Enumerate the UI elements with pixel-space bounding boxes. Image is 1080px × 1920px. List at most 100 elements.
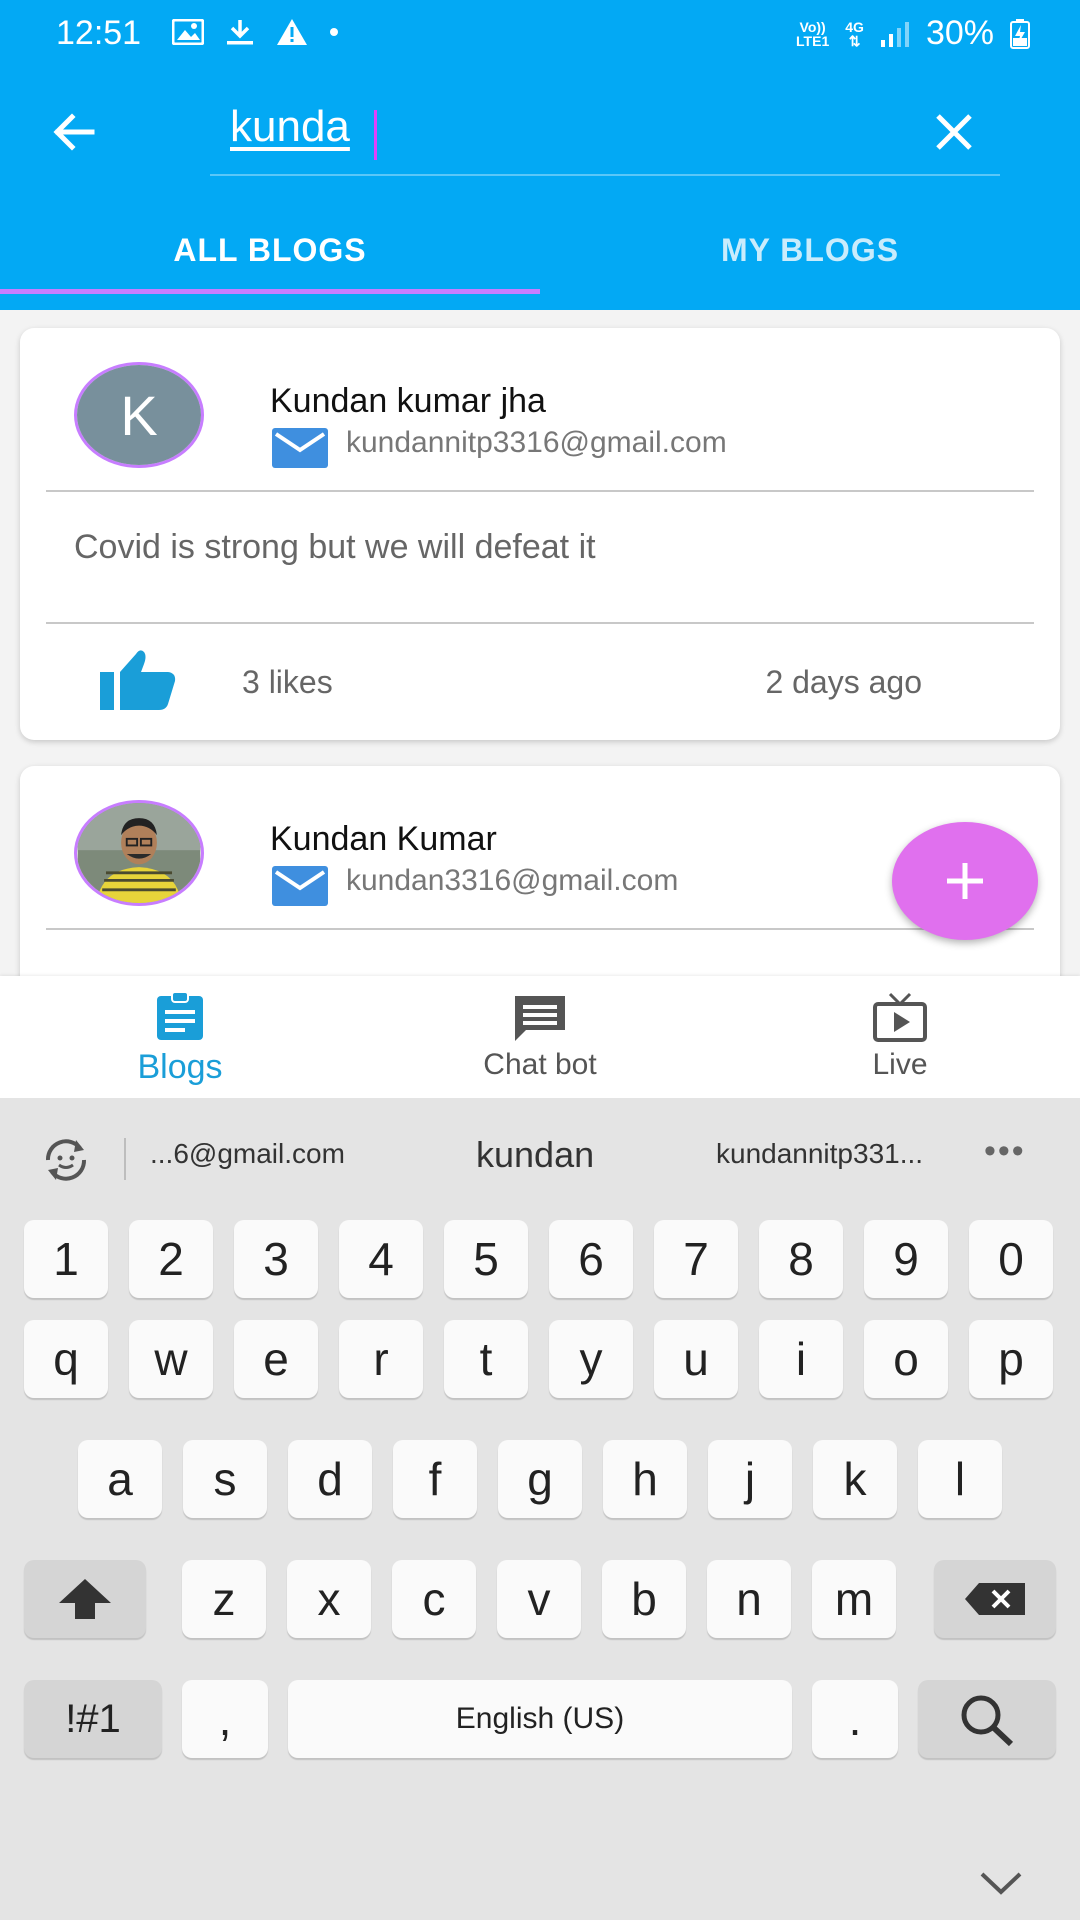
suggestion-1[interactable]: ...6@gmail.com — [150, 1138, 345, 1170]
key-i[interactable]: i — [759, 1320, 843, 1398]
key-n[interactable]: n — [707, 1560, 791, 1638]
key-9[interactable]: 9 — [864, 1220, 948, 1298]
network-type: 4G ⇅ — [845, 18, 864, 49]
nav-live[interactable]: Live — [720, 976, 1080, 1098]
key-d[interactable]: d — [288, 1440, 372, 1518]
key-7[interactable]: 7 — [654, 1220, 738, 1298]
add-blog-button[interactable] — [892, 822, 1038, 940]
nav-chat-bot[interactable]: Chat bot — [360, 976, 720, 1098]
chat-icon — [515, 996, 565, 1041]
suggestion-2[interactable]: kundan — [476, 1134, 594, 1176]
key-m[interactable]: m — [812, 1560, 896, 1638]
key-5[interactable]: 5 — [444, 1220, 528, 1298]
search-input[interactable] — [210, 94, 1000, 176]
download-icon — [227, 20, 253, 45]
dot-icon — [330, 28, 338, 36]
soft-keyboard: ...6@gmail.com kundan kundannitp331... •… — [0, 1098, 1080, 1920]
key-s[interactable]: s — [183, 1440, 267, 1518]
key-q[interactable]: q — [24, 1320, 108, 1398]
system-icons: Vo)) LTE1 4G ⇅ 30% — [796, 14, 1030, 53]
divider — [46, 622, 1034, 624]
blog-card[interactable]: K Kundan kumar jha kundannitp3316@gmail.… — [20, 328, 1060, 740]
emoji-sync-icon[interactable] — [38, 1136, 94, 1184]
suggestion-3[interactable]: kundannitp331... — [716, 1138, 923, 1170]
post-time: 2 days ago — [765, 664, 922, 700]
backspace-icon — [965, 1583, 1025, 1615]
text-caret — [374, 110, 377, 160]
key-k[interactable]: k — [813, 1440, 897, 1518]
key-p[interactable]: p — [969, 1320, 1053, 1398]
key-c[interactable]: c — [392, 1560, 476, 1638]
key-2[interactable]: 2 — [129, 1220, 213, 1298]
search-icon — [961, 1695, 1014, 1747]
key-y[interactable]: y — [549, 1320, 633, 1398]
key-t[interactable]: t — [444, 1320, 528, 1398]
status-time: 12:51 — [56, 14, 142, 52]
thumbs-up-icon[interactable] — [100, 648, 176, 710]
author-name: Kundan kumar jha — [270, 382, 546, 420]
shift-key[interactable] — [24, 1560, 146, 1638]
key-j[interactable]: j — [708, 1440, 792, 1518]
key-h[interactable]: h — [603, 1440, 687, 1518]
bottom-navigation: Blogs Chat bot Live — [0, 976, 1080, 1098]
warning-icon — [277, 19, 307, 45]
author-email: kundannitp3316@gmail.com — [346, 426, 727, 459]
divider — [46, 928, 1034, 930]
key-o[interactable]: o — [864, 1320, 948, 1398]
blog-tabs: ALL BLOGS MY BLOGS — [0, 190, 1080, 310]
close-icon[interactable] — [924, 102, 984, 162]
key-g[interactable]: g — [498, 1440, 582, 1518]
chevron-down-icon[interactable] — [976, 1868, 1026, 1898]
author-email: kundan3316@gmail.com — [346, 864, 679, 897]
status-bar: 12:51 Vo)) LTE1 4G ⇅ 30% — [0, 0, 1080, 72]
suggestion-bar: ...6@gmail.com kundan kundannitp331... •… — [0, 1098, 1080, 1220]
key-v[interactable]: v — [497, 1560, 581, 1638]
notification-icons — [172, 18, 340, 46]
battery-percent: 30% — [925, 14, 994, 52]
tab-my-blogs-label: MY BLOGS — [720, 231, 900, 268]
avatar-letter: K — [77, 365, 201, 465]
key-u[interactable]: u — [654, 1320, 738, 1398]
nav-chat-bot-label: Chat bot — [483, 1048, 597, 1081]
key-x[interactable]: x — [287, 1560, 371, 1638]
nav-blogs[interactable]: Blogs — [0, 976, 360, 1098]
key-6[interactable]: 6 — [549, 1220, 633, 1298]
key-r[interactable]: r — [339, 1320, 423, 1398]
likes-count: 3 likes — [242, 664, 333, 700]
back-arrow-icon[interactable] — [44, 102, 104, 162]
key-e[interactable]: e — [234, 1320, 318, 1398]
key-a[interactable]: a — [78, 1440, 162, 1518]
volte-label: Vo)) LTE1 — [796, 18, 830, 49]
key-z[interactable]: z — [182, 1560, 266, 1638]
avatar[interactable]: K — [74, 362, 204, 468]
key-l[interactable]: l — [918, 1440, 1002, 1518]
search-key[interactable] — [918, 1680, 1056, 1758]
key-0[interactable]: 0 — [969, 1220, 1053, 1298]
key-w[interactable]: w — [129, 1320, 213, 1398]
nav-live-label: Live — [872, 1048, 928, 1081]
author-name: Kundan Kumar — [270, 820, 497, 858]
key-f[interactable]: f — [393, 1440, 477, 1518]
nav-blogs-label: Blogs — [137, 1048, 223, 1086]
tv-icon — [873, 992, 927, 1042]
key-1[interactable]: 1 — [24, 1220, 108, 1298]
more-suggestions-button[interactable]: ••• — [984, 1132, 1026, 1171]
suggestion-separator — [124, 1138, 126, 1180]
key-b[interactable]: b — [602, 1560, 686, 1638]
key-8[interactable]: 8 — [759, 1220, 843, 1298]
avatar-photo[interactable] — [74, 800, 204, 906]
tab-all-blogs[interactable]: ALL BLOGS — [0, 190, 540, 310]
symbols-key[interactable]: !#1 — [24, 1680, 162, 1758]
period-key[interactable]: . — [812, 1680, 898, 1758]
key-4[interactable]: 4 — [339, 1220, 423, 1298]
tab-my-blogs[interactable]: MY BLOGS — [540, 190, 1080, 310]
key-3[interactable]: 3 — [234, 1220, 318, 1298]
shift-arrow-icon — [59, 1579, 111, 1619]
backspace-key[interactable] — [934, 1560, 1056, 1638]
search-app-bar: kunda — [0, 72, 1080, 190]
divider — [46, 490, 1034, 492]
comma-key[interactable]: , — [182, 1680, 268, 1758]
plus-icon — [947, 863, 983, 899]
space-key[interactable]: English (US) — [288, 1680, 792, 1758]
profile-photo-image — [77, 803, 201, 903]
